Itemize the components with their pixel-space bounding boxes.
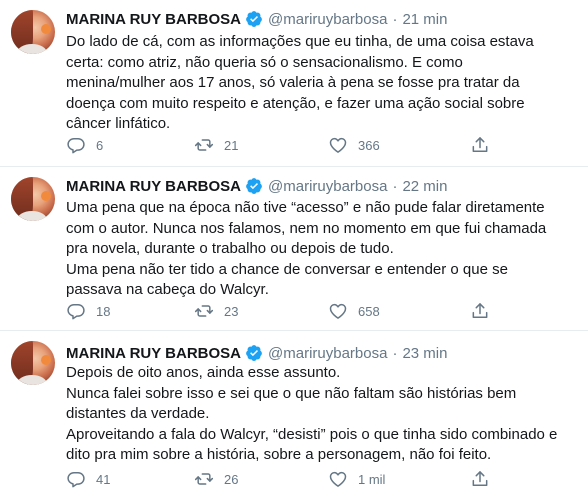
like-count: 1 mil bbox=[358, 471, 386, 487]
verified-badge-icon bbox=[245, 10, 263, 28]
retweet-count: 26 bbox=[224, 471, 239, 487]
tweet-line: Do lado de cá, com as informações que eu… bbox=[66, 33, 534, 50]
author-name[interactable]: MARINA RUY BARBOSA bbox=[66, 345, 241, 362]
tweet-line: Aproveitando a fala do Walcyr, “desisti”… bbox=[66, 425, 558, 443]
tweet-header: MARINA RUY BARBOSA @mariruybarbosa · 21 … bbox=[66, 8, 447, 30]
reply-count: 41 bbox=[96, 471, 111, 487]
like-count: 658 bbox=[358, 303, 380, 319]
tweet-line: menina/mulher aos 17 anos, só valeria à … bbox=[66, 74, 520, 91]
avatar[interactable] bbox=[11, 341, 55, 385]
share-button[interactable] bbox=[470, 135, 490, 155]
author-handle[interactable]: @mariruybarbosa bbox=[268, 178, 387, 195]
share-button[interactable] bbox=[470, 469, 490, 489]
tweet-line: dito pra mim sobre a história, sobre a p… bbox=[66, 446, 492, 463]
reply-count: 18 bbox=[96, 303, 111, 319]
separator-dot: · bbox=[392, 10, 398, 28]
tweet-line: Depois de oito anos, ainda esse assunto. bbox=[66, 364, 341, 381]
tweet[interactable]: MARINA RUY BARBOSA @mariruybarbosa · 21 … bbox=[0, 0, 588, 167]
like-count: 366 bbox=[358, 137, 380, 153]
retweet-icon bbox=[194, 139, 214, 151]
reply-button[interactable]: 18 bbox=[66, 301, 110, 321]
author-handle[interactable]: @mariruybarbosa bbox=[268, 345, 387, 362]
separator-dot: · bbox=[392, 344, 398, 362]
share-icon bbox=[472, 471, 488, 486]
tweet-line: certa: como atriz, não queria só o sensa… bbox=[66, 53, 463, 71]
reply-icon bbox=[67, 472, 85, 488]
retweet-icon bbox=[194, 305, 214, 317]
author-name[interactable]: MARINA RUY BARBOSA bbox=[66, 11, 241, 28]
like-button[interactable]: 1 mil bbox=[328, 469, 385, 489]
tweet-line: câncer linfático. bbox=[66, 115, 171, 132]
tweet-line: Nunca falei sobre isso e sei que o que n… bbox=[66, 384, 517, 402]
share-button[interactable] bbox=[470, 301, 490, 321]
tweet-line: distantes da verdade. bbox=[66, 405, 210, 422]
retweet-button[interactable]: 21 bbox=[194, 135, 238, 155]
timestamp[interactable]: 21 min bbox=[402, 11, 447, 28]
retweet-count: 23 bbox=[224, 303, 239, 319]
author-name[interactable]: MARINA RUY BARBOSA bbox=[66, 178, 241, 195]
timestamp[interactable]: 23 min bbox=[402, 345, 447, 362]
share-icon bbox=[472, 137, 488, 152]
reply-button[interactable]: 6 bbox=[66, 135, 103, 155]
tweet-actions: 18 23 658 bbox=[66, 301, 496, 321]
tweet-actions: 6 21 366 bbox=[66, 135, 496, 155]
retweet-button[interactable]: 23 bbox=[194, 301, 238, 321]
tweet-line: doença com muito respeito e atenção, e f… bbox=[66, 94, 525, 112]
timestamp[interactable]: 22 min bbox=[402, 178, 447, 195]
reply-button[interactable]: 41 bbox=[66, 469, 110, 489]
tweet-line: Uma pena não ter tido a chance de conver… bbox=[66, 260, 508, 278]
tweet-line: pra novela, durante o trabalho ou depois… bbox=[66, 240, 394, 257]
tweet-line: com o autor. Nunca nos falamos, nem no m… bbox=[66, 219, 547, 237]
like-icon bbox=[329, 137, 347, 153]
avatar[interactable] bbox=[11, 177, 55, 221]
verified-badge-icon bbox=[245, 344, 263, 362]
like-button[interactable]: 366 bbox=[328, 135, 380, 155]
tweet-line: passava na cabeça do Walcyr. bbox=[66, 281, 269, 298]
retweet-icon bbox=[194, 473, 214, 485]
retweet-count: 21 bbox=[224, 137, 239, 153]
tweet[interactable]: MARINA RUY BARBOSA @mariruybarbosa · 23 … bbox=[0, 331, 588, 498]
avatar[interactable] bbox=[11, 10, 55, 54]
tweet-actions: 41 26 1 mil bbox=[66, 469, 496, 489]
tweet[interactable]: MARINA RUY BARBOSA @mariruybarbosa · 22 … bbox=[0, 167, 588, 331]
tweet-text: Do lado de cá, com as informações que eu… bbox=[66, 32, 576, 135]
tweet-timeline: MARINA RUY BARBOSA @mariruybarbosa · 21 … bbox=[0, 0, 588, 498]
reply-icon bbox=[67, 304, 85, 320]
verified-badge-icon bbox=[245, 177, 263, 195]
tweet-text: Uma pena que na época não tive “acesso” … bbox=[66, 198, 576, 301]
like-icon bbox=[329, 471, 347, 487]
tweet-text: Depois de oito anos, ainda esse assunto.… bbox=[66, 363, 576, 466]
tweet-header: MARINA RUY BARBOSA @mariruybarbosa · 23 … bbox=[66, 342, 447, 364]
separator-dot: · bbox=[392, 177, 398, 195]
reply-count: 6 bbox=[96, 137, 104, 153]
tweet-line: Uma pena que na época não tive “acesso” … bbox=[66, 199, 545, 216]
reply-icon bbox=[67, 138, 85, 154]
like-icon bbox=[329, 303, 347, 319]
retweet-button[interactable]: 26 bbox=[194, 469, 238, 489]
tweet-header: MARINA RUY BARBOSA @mariruybarbosa · 22 … bbox=[66, 175, 447, 197]
author-handle[interactable]: @mariruybarbosa bbox=[268, 11, 387, 28]
share-icon bbox=[472, 303, 488, 318]
like-button[interactable]: 658 bbox=[328, 301, 380, 321]
